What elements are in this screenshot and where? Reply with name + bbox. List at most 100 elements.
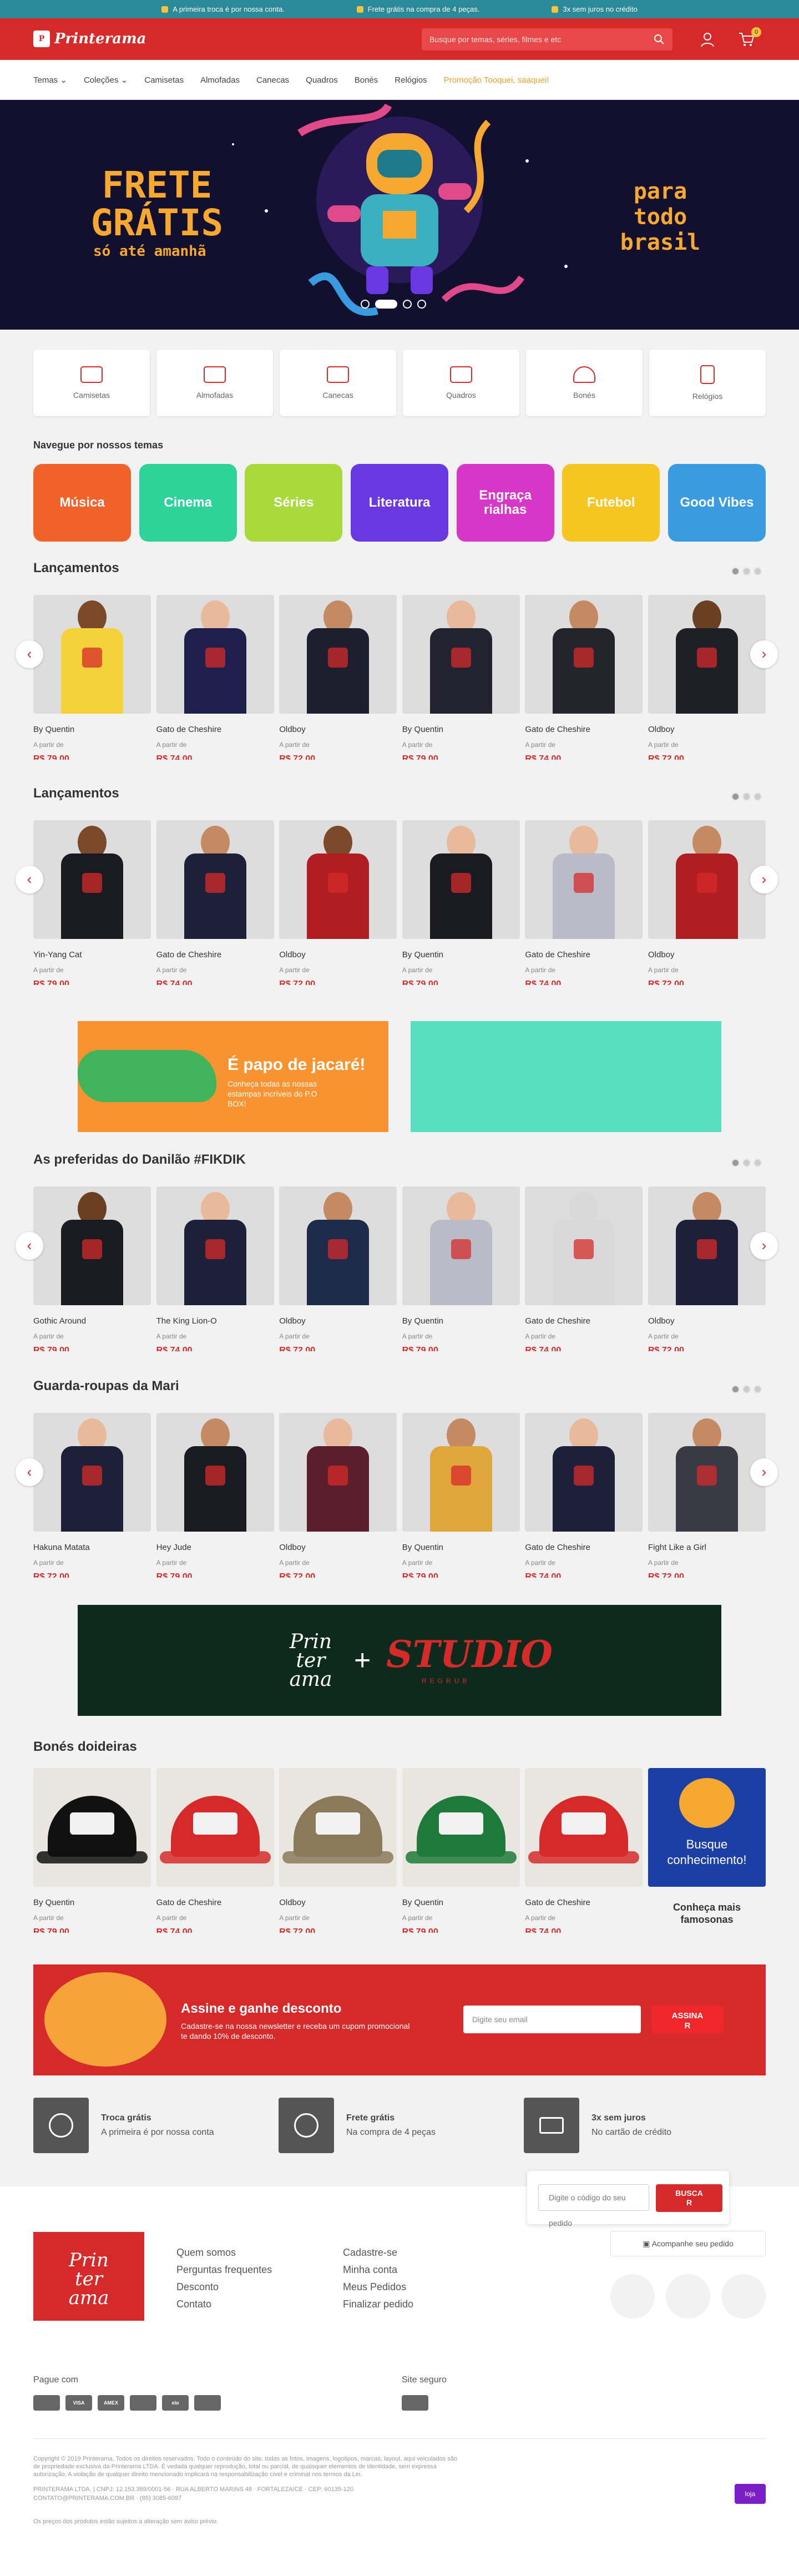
product-image[interactable]: [525, 1413, 643, 1532]
product-name[interactable]: Gothic Around: [33, 1316, 151, 1326]
footer-logo[interactable]: Prin ter ama: [33, 2232, 144, 2321]
product-name[interactable]: Gato de Cheshire: [525, 1543, 643, 1552]
product-name[interactable]: Gato de Cheshire: [525, 725, 643, 734]
product-card[interactable]: By Quentin A partir de R$ 79,00: [33, 1768, 151, 1946]
product-name[interactable]: By Quentin: [33, 725, 151, 734]
carousel-dot[interactable]: [742, 792, 751, 801]
theme-card[interactable]: Séries: [245, 464, 343, 542]
product-name[interactable]: Gato de Cheshire: [156, 725, 274, 734]
product-image[interactable]: [279, 1186, 397, 1305]
product-name[interactable]: Oldboy: [648, 950, 766, 959]
nav-item-quadros[interactable]: Quadros: [306, 75, 338, 85]
product-image[interactable]: [279, 595, 397, 714]
nav-item-colecoes[interactable]: Coleções ⌄: [84, 75, 128, 85]
category-quadros[interactable]: Quadros: [403, 350, 519, 416]
product-image[interactable]: [156, 1413, 274, 1532]
product-image[interactable]: [648, 595, 766, 714]
product-name[interactable]: By Quentin: [402, 950, 520, 959]
product-image[interactable]: [33, 1768, 151, 1887]
product-card[interactable]: Gato de Cheshire A partir de R$ 74,00: [525, 1186, 643, 1364]
nav-item-almofadas[interactable]: Almofadas: [200, 75, 240, 85]
product-image[interactable]: [402, 1413, 520, 1532]
bones-promo-image[interactable]: Busque conhecimento!: [648, 1768, 766, 1887]
product-name[interactable]: By Quentin: [402, 1316, 520, 1326]
product-card[interactable]: Fight Like a Girl A partir de R$ 72,00: [648, 1413, 766, 1590]
category-canecas[interactable]: Canecas: [280, 350, 396, 416]
nav-item-camisetas[interactable]: Camisetas: [144, 75, 184, 85]
theme-card[interactable]: Cinema: [139, 464, 237, 542]
product-card[interactable]: Hakuna Matata A partir de R$ 72,00: [33, 1413, 151, 1590]
product-image[interactable]: [525, 595, 643, 714]
product-image[interactable]: [648, 820, 766, 939]
product-image[interactable]: [402, 1768, 520, 1887]
social-twitter-icon[interactable]: [721, 2274, 766, 2319]
product-card[interactable]: Gato de Cheshire A partir de R$ 74,00: [525, 595, 643, 772]
product-name[interactable]: Oldboy: [279, 1898, 397, 1907]
product-name[interactable]: Gato de Cheshire: [525, 1316, 643, 1326]
carousel-next-arrow-icon[interactable]: ›: [750, 640, 778, 668]
newsletter-submit-button[interactable]: ASSINA R: [651, 2006, 724, 2033]
product-name[interactable]: Oldboy: [279, 1543, 397, 1552]
product-name[interactable]: Gato de Cheshire: [525, 950, 643, 959]
footer-link[interactable]: Contato: [176, 2296, 272, 2313]
search-icon[interactable]: [654, 34, 665, 45]
carousel-dot[interactable]: [742, 1385, 751, 1393]
product-name[interactable]: Oldboy: [279, 950, 397, 959]
footer-link[interactable]: Meus Pedidos: [343, 2279, 413, 2296]
product-card[interactable]: Yin-Yang Cat A partir de R$ 79,00: [33, 820, 151, 998]
product-image[interactable]: [156, 1186, 274, 1305]
theme-card[interactable]: Engraça rialhas: [456, 464, 554, 542]
carousel-dot[interactable]: [754, 792, 762, 801]
social-facebook-icon[interactable]: [610, 2274, 655, 2319]
product-image[interactable]: [279, 820, 397, 939]
product-card[interactable]: Oldboy A partir de R$ 72,00: [279, 820, 397, 998]
footer-link[interactable]: Perguntas frequentes: [176, 2261, 272, 2279]
footer-link[interactable]: Finalizar pedido: [343, 2296, 413, 2313]
product-name[interactable]: Oldboy: [279, 725, 397, 734]
product-image[interactable]: [402, 595, 520, 714]
product-name[interactable]: Gato de Cheshire: [156, 950, 274, 959]
carousel-dot-active[interactable]: [731, 1159, 740, 1167]
carousel-dot-active[interactable]: [375, 300, 397, 309]
carousel-dot-active[interactable]: [731, 792, 740, 801]
newsletter-email-input[interactable]: Digite seu email: [463, 2006, 641, 2033]
user-icon[interactable]: [700, 32, 715, 47]
product-name[interactable]: Hakuna Matata: [33, 1543, 151, 1552]
product-name[interactable]: By Quentin: [402, 725, 520, 734]
product-name[interactable]: The King Lion-O: [156, 1316, 274, 1326]
footer-link[interactable]: Quem somos: [176, 2244, 272, 2261]
product-image[interactable]: [525, 1768, 643, 1887]
social-instagram-icon[interactable]: [666, 2274, 710, 2319]
nav-item-relogios[interactable]: Relógios: [395, 75, 427, 85]
carousel-dot[interactable]: [361, 300, 370, 309]
product-image[interactable]: [33, 820, 151, 939]
footer-link[interactable]: Desconto: [176, 2279, 272, 2296]
studio-banner[interactable]: Prin ter ama + STUDIO REGRUB: [78, 1605, 721, 1716]
product-image[interactable]: [33, 595, 151, 714]
product-image[interactable]: [279, 1413, 397, 1532]
product-name[interactable]: Oldboy: [648, 1316, 766, 1326]
product-card[interactable]: By Quentin A partir de R$ 79,00: [33, 595, 151, 772]
product-name[interactable]: By Quentin: [402, 1898, 520, 1907]
product-card[interactable]: Gato de Cheshire A partir de R$ 74,00: [525, 820, 643, 998]
product-image[interactable]: [648, 1413, 766, 1532]
category-almofadas[interactable]: Almofadas: [156, 350, 273, 416]
theme-card[interactable]: Good Vibes: [667, 464, 766, 542]
product-card[interactable]: Gato de Cheshire A partir de R$ 74,00: [525, 1768, 643, 1946]
carousel-dot[interactable]: [417, 300, 426, 309]
product-card[interactable]: Oldboy A partir de R$ 72,00: [648, 595, 766, 772]
carousel-dot[interactable]: [754, 567, 762, 575]
category-bones[interactable]: Bonés: [526, 350, 643, 416]
track-order-link[interactable]: ▣ Acompanhe seu pedido: [610, 2231, 766, 2256]
product-image[interactable]: [279, 1768, 397, 1887]
carousel-next-arrow-icon[interactable]: ›: [750, 1458, 778, 1486]
product-name[interactable]: Hey Jude: [156, 1543, 274, 1552]
theme-card[interactable]: Música: [33, 464, 131, 542]
jacare-banner[interactable]: É papo de jacaré! Conheça todas as nossa…: [78, 1021, 388, 1132]
carousel-dot[interactable]: [754, 1385, 762, 1393]
product-card[interactable]: Gato de Cheshire A partir de R$ 74,00: [156, 595, 274, 772]
hero-banner[interactable]: FRETE GRÁTIS só até amanhã para todo bra…: [0, 100, 799, 330]
product-image[interactable]: [525, 820, 643, 939]
bones-promo-card[interactable]: Busque conhecimento! Conheça mais famoson…: [648, 1768, 766, 1946]
product-card[interactable]: The King Lion-O A partir de R$ 74,00: [156, 1186, 274, 1364]
